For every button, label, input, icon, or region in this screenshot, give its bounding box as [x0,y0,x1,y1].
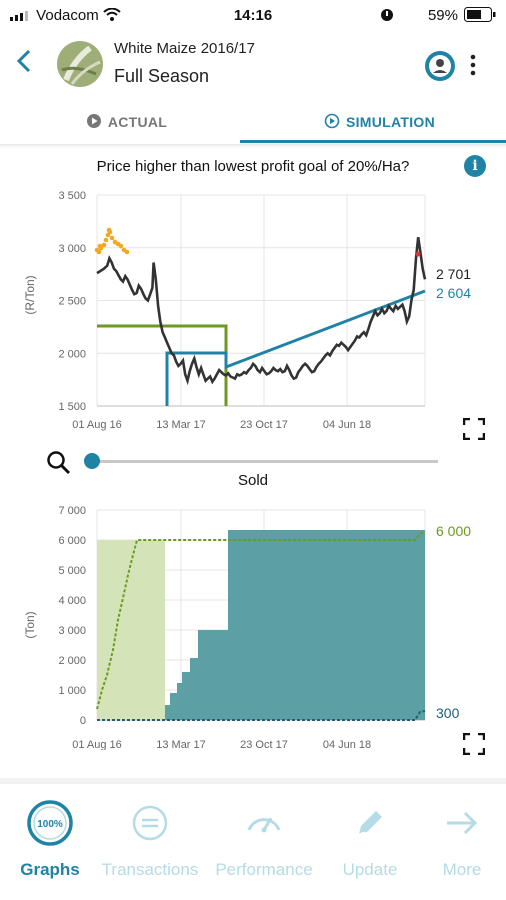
active-tab-indicator [240,140,506,143]
sold-ylabel: (Ton) [23,611,37,638]
sold-y-tick: 3 000 [58,625,86,637]
price-y-tick: 2 500 [58,296,86,308]
price-high-dot [96,249,102,255]
tab-actual[interactable]: ACTUAL [0,102,253,142]
price-x-tick: 01 Aug 16 [72,419,122,431]
graphs-100-icon: 100% [25,798,75,848]
sold-x-tick: 04 Jun 18 [323,739,371,750]
price-y-ticks: 1 500 2 000 2 500 3 000 3 500 [58,190,86,413]
price-high-dot [97,243,103,249]
season-title: Full Season [114,66,210,86]
tab-simulation-label: SIMULATION [345,114,436,130]
price-high-dot [124,249,130,255]
sold-y-tick: 0 [80,715,86,727]
more-vertical-icon[interactable] [470,54,476,81]
price-chart-title: Price higher than lowest profit goal of … [96,158,410,175]
price-x-tick: 13 Mar 17 [156,419,206,431]
alarm-icon [380,6,394,26]
green-goal-line [97,324,228,406]
nav-graphs-label: Graphs [20,860,80,879]
nav-more-label: More [442,860,482,879]
sold-teal-end-label: 300 [436,705,460,721]
gauge-icon [239,798,289,848]
tab-actual-label: ACTUAL [107,114,168,130]
nav-transactions[interactable]: Transactions [100,784,200,900]
nav-performance-label: Performance [215,860,313,879]
price-end-label: 2 701 [436,266,472,282]
sold-teal-area [165,530,425,720]
price-x-tick: 23 Oct 17 [240,419,288,431]
goal-end-label: 2 604 [436,285,472,301]
price-x-tick: 04 Jun 18 [323,419,371,431]
nav-update[interactable]: Update [320,784,420,900]
price-high-dot [106,227,112,233]
sold-y-tick: 7 000 [58,505,86,517]
sold-y-tick: 1 000 [58,685,86,697]
play-circle-icon [86,113,102,132]
nav-graphs[interactable]: 100% Graphs [0,784,100,900]
price-y-tick: 1 500 [58,401,86,413]
nav-more[interactable]: More [412,784,506,900]
pencil-icon [345,798,395,848]
battery-percent: 59% [427,7,458,24]
nav-performance[interactable]: Performance [214,784,314,900]
app-header: White Maize 2016/17 Full Season [0,30,506,100]
sold-x-tick: 01 Aug 16 [72,739,122,750]
sold-x-ticks: 01 Aug 16 13 Mar 17 23 Oct 17 04 Jun 18 [72,739,371,750]
sold-green-end-label: 6 000 [436,523,472,539]
price-high-points [94,227,130,255]
sold-y-tick: 2 000 [58,655,86,667]
battery-icon [464,7,496,26]
sold-chart: (Ton) 0 1 000 2 000 3 000 4 000 5 000 6 000 7 0… [23,505,426,750]
price-chart: (R/Ton) 1 500 2 000 2 500 3 000 3 500 01 Aug… [23,190,427,431]
status-bar: Vodacom 14:16 59% [0,0,506,30]
info-icon[interactable]: i [464,155,486,177]
price-peak-point [415,251,421,257]
svg-text:100%: 100% [37,819,63,830]
view-tabs: ACTUAL SIMULATION [0,102,506,145]
zoom-slider-track[interactable] [90,460,438,463]
crop-title: White Maize 2016/17 [114,40,255,57]
price-high-dot [109,235,115,241]
bottom-nav: 100% Graphs Transactions Performance Upd… [0,784,506,900]
list-circle-icon [125,798,175,848]
sold-x-tick: 13 Mar 17 [156,739,206,750]
sold-y-tick: 4 000 [58,595,86,607]
expand-price-icon[interactable] [462,417,486,441]
crop-avatar [56,40,104,93]
play-circle-outline-icon [324,113,340,132]
sold-x-tick: 23 Oct 17 [240,739,288,750]
price-y-tick: 3 000 [58,243,86,255]
blue-goal-line [165,289,426,406]
back-chevron-icon[interactable] [12,48,36,79]
profile-badge-icon[interactable] [424,50,456,87]
nav-update-label: Update [342,860,398,879]
sold-y-tick: 6 000 [58,535,86,547]
arrow-right-icon [437,798,487,848]
price-high-dot [118,243,124,249]
price-ylabel: (R/Ton) [23,275,37,314]
sold-y-tick: 5 000 [58,565,86,577]
expand-sold-icon[interactable] [462,732,486,756]
sold-y-ticks: 0 1 000 2 000 3 000 4 000 5 000 6 000 7 000 [58,505,86,727]
tab-simulation[interactable]: SIMULATION [253,102,506,142]
price-y-tick: 3 500 [58,190,86,202]
price-high-dot [101,242,107,248]
price-high-dot [103,237,109,243]
nav-transactions-label: Transactions [101,860,199,879]
sold-chart-title: Sold [237,472,269,489]
price-x-ticks: 01 Aug 16 13 Mar 17 23 Oct 17 04 Jun 18 [72,419,371,431]
zoom-slider-thumb[interactable] [84,453,100,469]
price-y-tick: 2 000 [58,348,86,360]
